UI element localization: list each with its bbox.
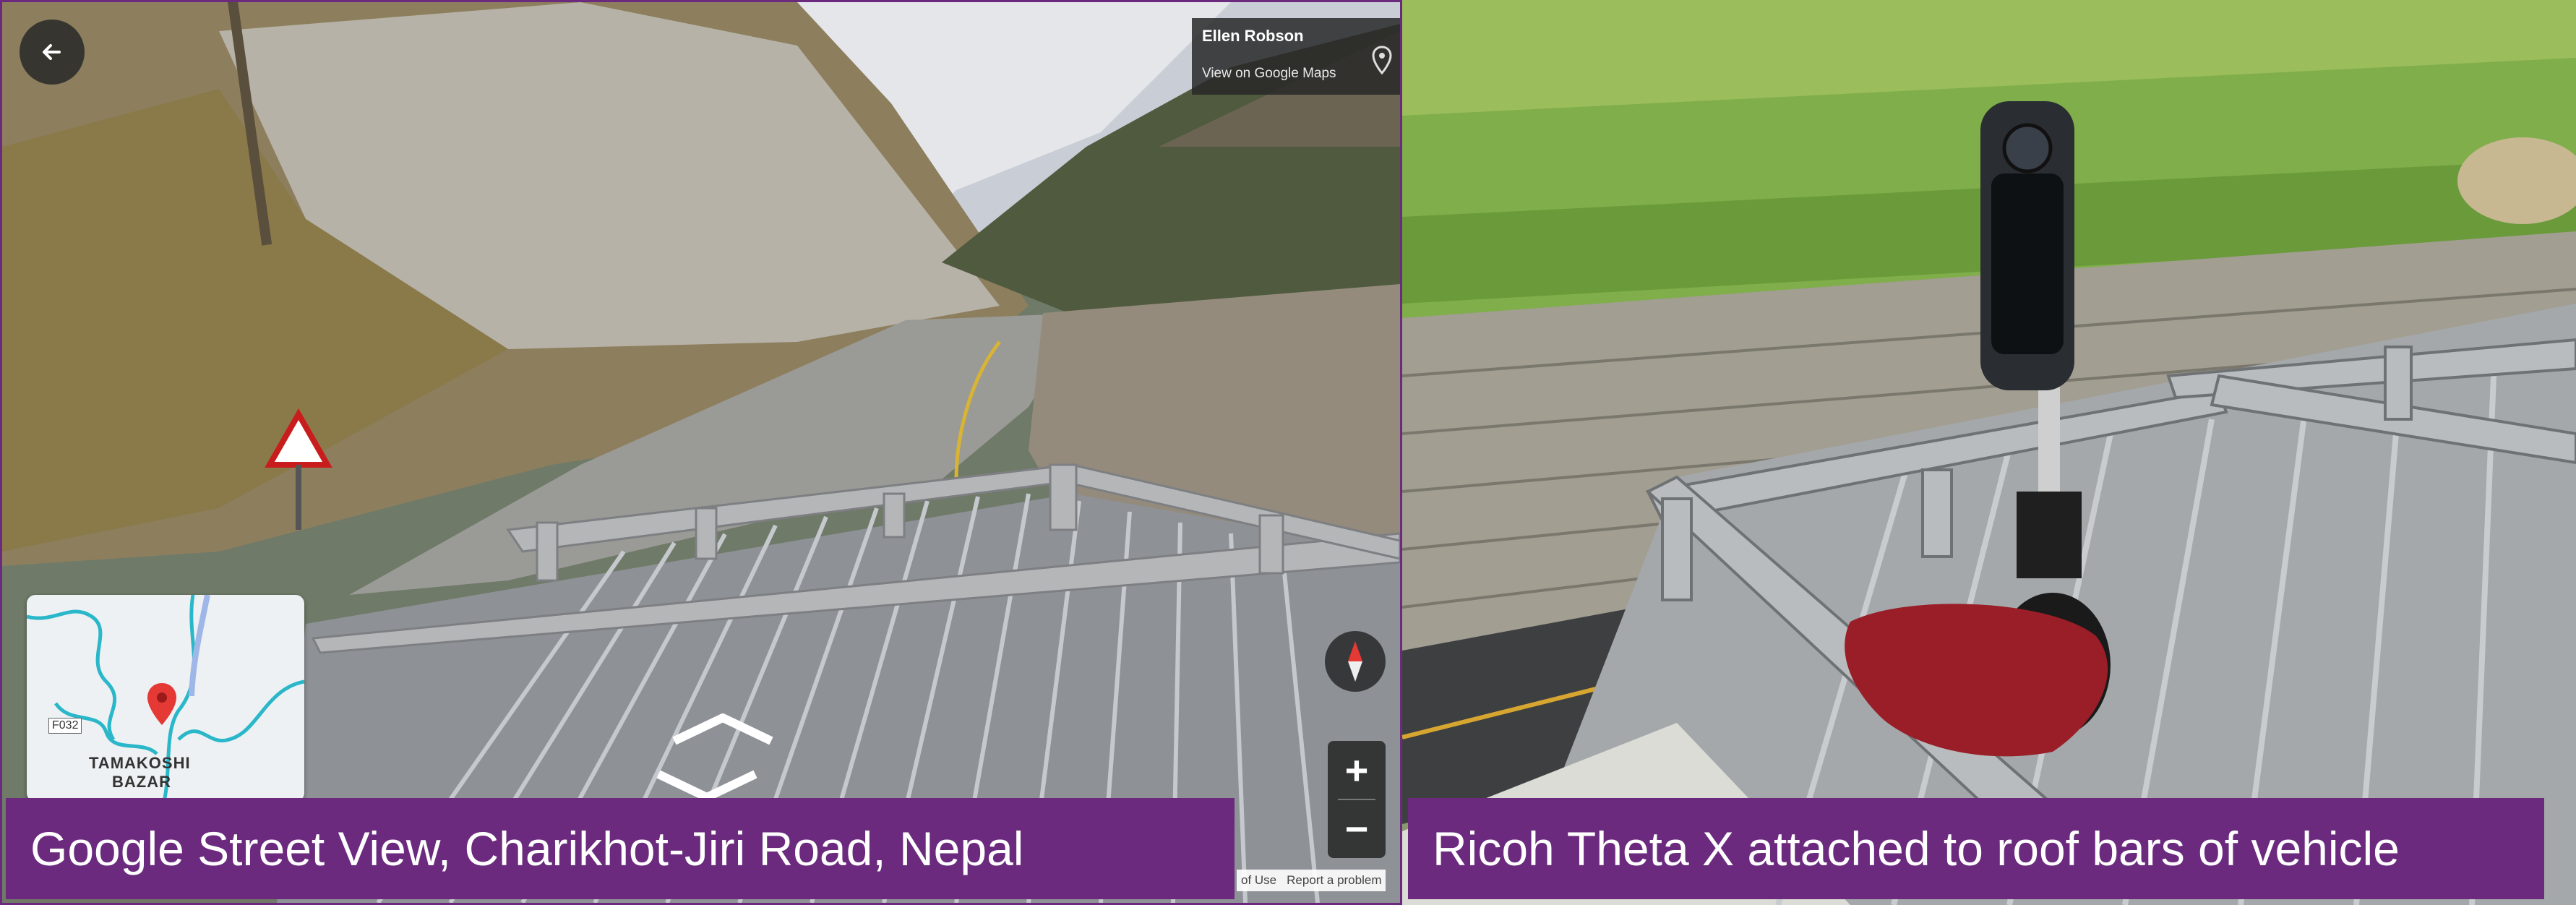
report-problem-link[interactable]: Report a problem <box>1287 873 1381 888</box>
compass-icon <box>1348 641 1362 682</box>
back-button[interactable] <box>20 20 85 85</box>
map-label-bazar: BAZAR <box>112 773 171 791</box>
map-label-tamakoshi: TAMAKOSHI <box>89 754 191 772</box>
terms-of-use-link[interactable]: of Use <box>1241 873 1276 888</box>
map-footer-links[interactable]: of Use Report a problem <box>1237 870 1386 891</box>
location-marker-icon <box>147 683 176 725</box>
zoom-out-button[interactable]: − <box>1328 799 1386 858</box>
street-view-panel[interactable]: Ellen Robson View on Google Maps F032 TA… <box>0 0 1402 905</box>
zoom-controls[interactable]: + − <box>1328 741 1386 858</box>
compass-button[interactable] <box>1325 631 1386 692</box>
road-code-badge: F032 <box>48 718 82 734</box>
camera-photo-scene <box>1402 0 2576 905</box>
mini-map[interactable]: F032 TAMAKOSHI BAZAR <box>27 595 304 802</box>
zoom-in-button[interactable]: + <box>1328 741 1386 799</box>
caption-left: Google Street View, Charikhot-Jiri Road,… <box>6 798 1235 899</box>
camera-photo-panel <box>1402 0 2576 905</box>
zoom-divider <box>1338 799 1375 800</box>
nav-chevron-icon[interactable] <box>669 711 777 747</box>
map-pin-icon[interactable] <box>1371 46 1393 74</box>
caption-right: Ricoh Theta X attached to roof bars of v… <box>1408 798 2544 899</box>
photographer-card[interactable]: Ellen Robson View on Google Maps <box>1192 18 1400 95</box>
view-on-google-maps-link[interactable]: View on Google Maps <box>1202 66 1390 82</box>
photographer-name[interactable]: Ellen Robson <box>1202 27 1390 46</box>
back-arrow-icon <box>43 44 61 60</box>
